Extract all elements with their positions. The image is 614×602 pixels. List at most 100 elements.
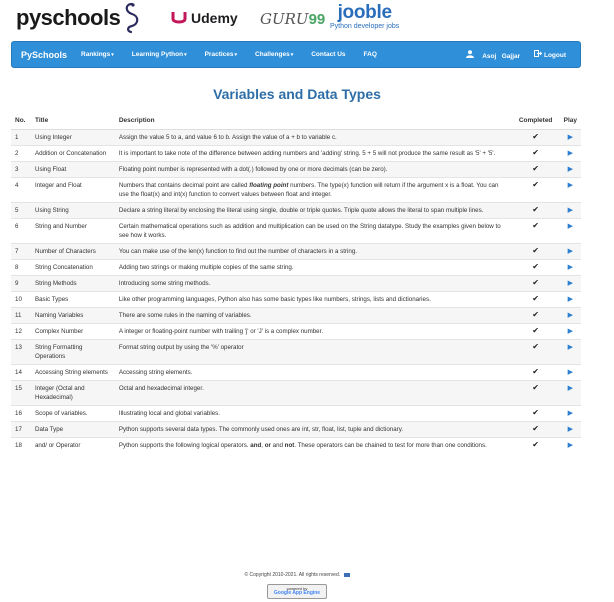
play-icon[interactable]: ▶ xyxy=(568,223,573,230)
row-title-link[interactable]: String Methods xyxy=(30,274,115,291)
table-row: 14 Accessing String elements Accessing str… xyxy=(11,363,581,380)
play-icon[interactable]: ▶ xyxy=(568,248,573,255)
nav-user-profile[interactable]: Asoj Gajjar xyxy=(466,49,520,60)
checkmark-icon: ✔ xyxy=(532,131,539,141)
row-play: ▶ xyxy=(559,201,581,218)
row-title-link[interactable]: Complex Number xyxy=(30,322,115,339)
row-title[interactable]: String Formatting Operations xyxy=(35,344,82,360)
row-title-link[interactable]: Using Float xyxy=(30,160,115,177)
nav-brand[interactable]: PySchools xyxy=(21,50,67,60)
play-icon[interactable]: ▶ xyxy=(568,344,573,351)
nav-item-contact-us[interactable]: Contact Us xyxy=(311,51,345,58)
guru99-logo-text: GURU xyxy=(260,10,309,28)
row-title[interactable]: String Concatenation xyxy=(35,264,93,271)
play-icon[interactable]: ▶ xyxy=(568,134,573,141)
nav-item-practices[interactable]: Practices▾ xyxy=(205,51,237,58)
row-title[interactable]: Using Float xyxy=(35,166,66,173)
row-title[interactable]: Naming Variables xyxy=(35,312,83,319)
play-icon[interactable]: ▶ xyxy=(568,312,573,319)
row-title[interactable]: and/ or Operator xyxy=(35,442,80,449)
row-title[interactable]: Complex Number xyxy=(35,328,83,335)
row-title-link[interactable]: Accessing String elements xyxy=(30,363,115,380)
row-completed: ✔ xyxy=(511,217,560,243)
row-title-link[interactable]: Number of Characters xyxy=(30,242,115,259)
row-description: Certain mathematical operations such as … xyxy=(114,217,512,243)
row-title-link[interactable]: String Formatting Operations xyxy=(30,338,115,364)
row-title[interactable]: Integer (Octal and Hexadecimal) xyxy=(35,385,85,401)
row-title-link[interactable]: Using Integer xyxy=(30,128,115,145)
checkmark-icon: ✔ xyxy=(532,204,539,214)
play-icon[interactable]: ▶ xyxy=(568,426,573,433)
row-completed: ✔ xyxy=(511,144,560,161)
jooble-logo-text: jooble xyxy=(337,2,392,23)
play-icon[interactable]: ▶ xyxy=(568,264,573,271)
row-title-link[interactable]: Integer (Octal and Hexadecimal) xyxy=(30,379,115,405)
row-description: Illustrating local and global variables. xyxy=(114,404,512,421)
col-header-play: Play xyxy=(559,113,581,130)
play-icon[interactable]: ▶ xyxy=(568,182,573,189)
play-icon[interactable]: ▶ xyxy=(568,328,573,335)
row-title-link[interactable]: Using String xyxy=(30,201,115,218)
row-title[interactable]: Data Type xyxy=(35,426,63,433)
user-icon xyxy=(466,49,475,58)
nav-item-faq[interactable]: FAQ xyxy=(364,51,377,58)
checkmark-icon: ✔ xyxy=(532,277,539,287)
play-icon[interactable]: ▶ xyxy=(568,207,573,214)
row-title-link[interactable]: Scope of variables. xyxy=(30,404,115,421)
row-title-link[interactable]: Naming Variables xyxy=(30,306,115,323)
table-body: 1 Using Integer Assign the value 5 to a, a… xyxy=(11,128,581,453)
row-title-link[interactable]: Addition or Concatenation xyxy=(30,144,115,161)
row-title-link[interactable]: Basic Types xyxy=(30,290,115,307)
row-title[interactable]: Basic Types xyxy=(35,296,68,303)
row-title[interactable]: String and Number xyxy=(35,223,87,230)
play-icon[interactable]: ▶ xyxy=(568,150,573,157)
row-completed: ✔ xyxy=(511,290,560,307)
row-title-link[interactable]: Data Type xyxy=(30,420,115,437)
row-completed: ✔ xyxy=(511,338,560,364)
row-play: ▶ xyxy=(559,128,581,145)
row-completed: ✔ xyxy=(511,160,560,177)
row-completed: ✔ xyxy=(511,176,560,202)
play-icon[interactable]: ▶ xyxy=(568,166,573,173)
copyright-text: © Copyright 2010-2021. All rights reserv… xyxy=(244,572,341,578)
play-icon[interactable]: ▶ xyxy=(568,280,573,287)
pyschools-logo[interactable]: pyschools xyxy=(16,2,143,34)
caret-down-icon: ▾ xyxy=(111,52,114,58)
table-row: 10 Basic Types Like other programming lang… xyxy=(11,290,581,307)
row-title[interactable]: String Methods xyxy=(35,280,77,287)
row-title[interactable]: Accessing String elements xyxy=(35,369,108,376)
play-icon[interactable]: ▶ xyxy=(568,296,573,303)
udemy-logo[interactable]: Udemy xyxy=(170,10,238,26)
nav-item-learning-python[interactable]: Learning Python▾ xyxy=(132,51,187,58)
row-title[interactable]: Scope of variables. xyxy=(35,410,88,417)
guru99-logo[interactable]: GURU 99 xyxy=(260,10,325,28)
row-description: Format string output by using the '%' op… xyxy=(114,338,512,364)
nav-item-rankings[interactable]: Rankings▾ xyxy=(81,51,114,58)
row-title-link[interactable]: String and Number xyxy=(30,217,115,243)
play-icon[interactable]: ▶ xyxy=(568,369,573,376)
google-app-engine-badge[interactable]: powered by Google App Engine xyxy=(267,584,327,599)
row-title-link[interactable]: String Concatenation xyxy=(30,258,115,275)
logout-button[interactable]: Logout xyxy=(534,50,566,59)
jooble-logo[interactable]: jooble Python developer jobs xyxy=(330,2,399,30)
row-title-link[interactable]: and/ or Operator xyxy=(30,436,115,453)
row-number: 5 xyxy=(11,201,31,218)
logout-icon xyxy=(534,50,543,57)
row-title[interactable]: Integer and Float xyxy=(35,182,82,189)
play-icon[interactable]: ▶ xyxy=(568,442,573,449)
row-title[interactable]: Addition or Concatenation xyxy=(35,150,106,157)
logout-label: Logout xyxy=(543,52,566,59)
play-icon[interactable]: ▶ xyxy=(568,385,573,392)
table-row: 18 and/ or Operator Python supports the fo… xyxy=(11,436,581,453)
checkmark-icon: ✔ xyxy=(532,382,539,392)
row-title[interactable]: Number of Characters xyxy=(35,248,96,255)
row-number: 7 xyxy=(11,242,31,259)
row-title[interactable]: Using Integer xyxy=(35,134,72,141)
row-title[interactable]: Using String xyxy=(35,207,69,214)
nav-item-challenges[interactable]: Challenges▾ xyxy=(255,51,293,58)
play-icon[interactable]: ▶ xyxy=(568,410,573,417)
col-header-completed: Completed xyxy=(511,113,560,130)
row-play: ▶ xyxy=(559,363,581,380)
row-title-link[interactable]: Integer and Float xyxy=(30,176,115,202)
row-description: Python supports the following logical op… xyxy=(114,436,512,453)
